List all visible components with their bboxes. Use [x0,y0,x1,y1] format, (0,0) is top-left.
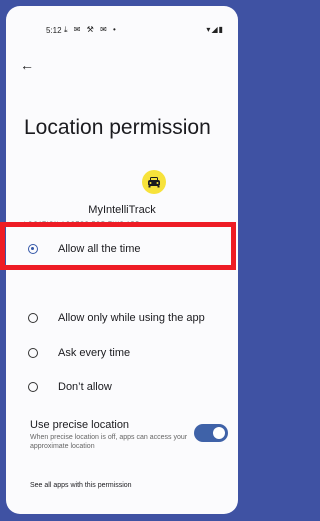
option-ask-every-time[interactable]: Ask every time [6,339,238,369]
back-button[interactable]: ← [20,58,36,72]
notification-icons: ⤓ ✉ ⚒ ✉ • [64,25,118,34]
radio-unselected-icon[interactable] [28,382,38,392]
section-header: LOCATION ACCESS FOR THIS APP [24,222,140,228]
page-title: Location permission [24,116,211,139]
radio-unselected-icon[interactable] [28,348,38,358]
radio-unselected-icon[interactable] [28,313,38,323]
option-dont-allow[interactable]: Don’t allow [6,373,238,403]
see-all-apps-link[interactable]: See all apps with this permission [30,482,132,489]
status-time: 5:12 [46,26,62,35]
app-name: MyIntelliTrack [88,204,156,216]
option-allow-all-the-time[interactable]: Allow all the time [6,235,238,265]
car-icon [148,177,160,188]
precise-location-description: When precise location is off, apps can a… [30,434,188,450]
status-bar: 5:12 ⤓ ✉ ⚒ ✉ • ▾◢▮ [6,6,238,40]
precise-location-title: Use precise location [30,419,130,431]
precise-location-toggle[interactable] [194,424,228,442]
toggle-knob [213,427,225,439]
option-label: Allow only while using the app [58,312,205,324]
radio-selected-icon[interactable] [28,244,38,254]
option-label: Allow all the time [58,243,141,255]
arrow-left-icon: ← [20,57,34,73]
option-label: Ask every time [58,347,131,359]
system-status-icons: ▾◢▮ [206,25,224,34]
app-icon [142,170,166,194]
phone-screen: 5:12 ⤓ ✉ ⚒ ✉ • ▾◢▮ ← Location permission… [6,6,238,514]
option-label: Don’t allow [58,381,112,393]
option-allow-while-using[interactable]: Allow only while using the app [6,304,238,334]
